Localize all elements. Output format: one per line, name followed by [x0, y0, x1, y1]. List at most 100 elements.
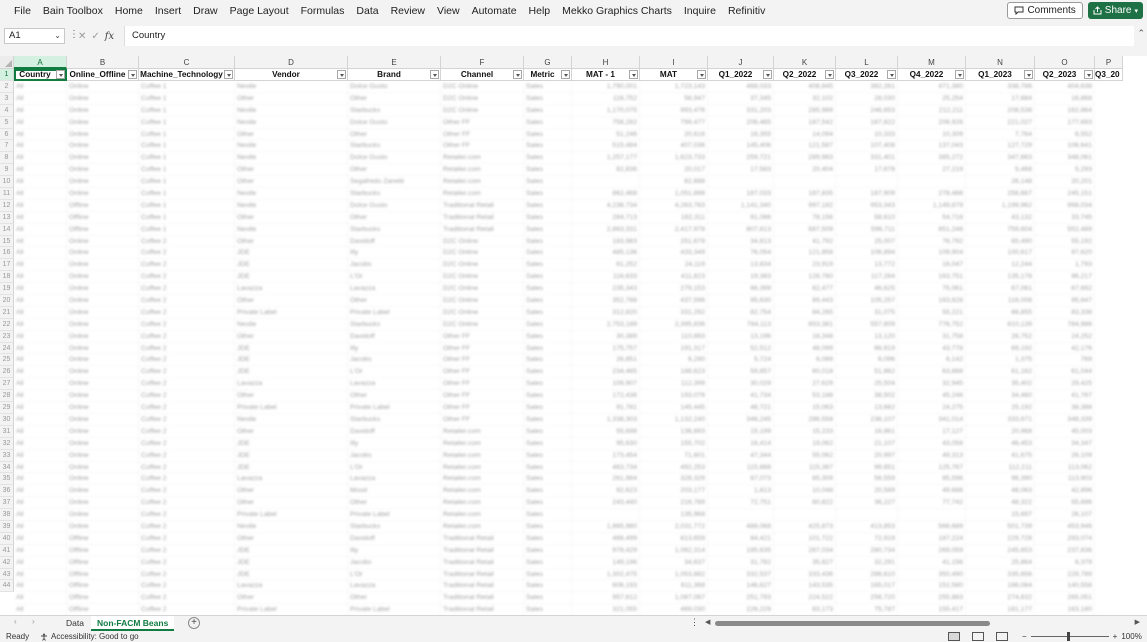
table-cell[interactable]: 48,322 [966, 497, 1035, 510]
table-cell[interactable]: 978,429 [572, 544, 640, 557]
menu-item-bain-toolbox[interactable]: Bain Toolbox [37, 0, 109, 22]
table-header-cell[interactable]: Brand [348, 69, 441, 81]
table-header-cell[interactable]: Q1_2022 [708, 69, 774, 81]
table-cell[interactable]: 37,345 [708, 92, 774, 105]
table-cell[interactable]: All [14, 152, 67, 165]
table-cell[interactable]: Sales [524, 342, 572, 355]
table-cell[interactable]: Coffee 2 [139, 413, 235, 426]
table-cell[interactable]: 95,630 [572, 437, 640, 450]
table-cell[interactable]: 65,490 [966, 235, 1035, 248]
table-cell[interactable]: 173,454 [572, 449, 640, 462]
table-cell[interactable]: Coffee 1 [139, 164, 235, 177]
table-cell[interactable]: Online [67, 104, 139, 117]
table-cell[interactable]: Online [67, 81, 139, 93]
row-header[interactable]: 37 [0, 497, 14, 510]
table-cell[interactable]: 352,788 [572, 295, 640, 307]
table-cell[interactable]: Other FF [441, 330, 524, 343]
table-cell[interactable]: 26,109 [1035, 449, 1095, 462]
table-cell[interactable]: Other [235, 235, 348, 248]
table-header-cell[interactable]: Q3_2022 [836, 69, 898, 81]
table-cell[interactable]: JDE [235, 544, 348, 557]
table-cell[interactable]: 206,465 [708, 116, 774, 129]
table-cell[interactable]: All [14, 580, 67, 593]
filter-dropdown-icon[interactable] [1024, 70, 1033, 79]
table-cell[interactable]: Sales [524, 259, 572, 272]
table-cell[interactable]: All [14, 497, 67, 510]
table-cell[interactable]: Dolce Gusto [348, 152, 441, 165]
column-header-j[interactable]: J [708, 56, 774, 69]
table-cell[interactable]: 1,087,067 [640, 592, 708, 605]
table-cell[interactable]: 27,629 [774, 378, 836, 391]
table-cell[interactable]: All [14, 271, 67, 284]
column-header-b[interactable]: B [67, 56, 139, 69]
table-cell[interactable]: Sales [524, 378, 572, 391]
table-cell[interactable]: Offline [67, 604, 139, 615]
table-cell[interactable]: 1,132,240 [640, 413, 708, 426]
comments-button[interactable]: Comments [1007, 2, 1083, 19]
table-cell[interactable]: Coffee 2 [139, 449, 235, 462]
table-cell[interactable]: Other [348, 164, 441, 177]
table-cell[interactable]: Nestle [235, 318, 348, 331]
row-header[interactable]: 43 [0, 568, 14, 581]
table-cell[interactable]: All [14, 509, 67, 521]
table-cell[interactable]: Sales [524, 544, 572, 557]
table-cell[interactable]: Private Label [235, 402, 348, 414]
row-header[interactable]: 5 [0, 116, 14, 129]
table-cell[interactable]: 20,589 [836, 485, 898, 498]
row-header[interactable]: 17 [0, 259, 14, 272]
table-cell[interactable]: 36,227 [836, 497, 898, 510]
table-cell[interactable]: 23,919 [774, 259, 836, 272]
table-cell[interactable]: Lavazza [348, 283, 441, 296]
filter-dropdown-icon[interactable] [56, 70, 65, 79]
table-cell[interactable]: 408,845 [774, 81, 836, 93]
table-cell[interactable]: 784,113 [708, 318, 774, 331]
row-header[interactable]: 33 [0, 449, 14, 462]
table-cell[interactable]: 115,387 [774, 461, 836, 474]
table-cell[interactable]: Offline [67, 568, 139, 581]
table-cell[interactable]: 163,180 [1035, 604, 1095, 615]
table-cell[interactable]: Private Label [348, 604, 441, 615]
table-cell[interactable]: 433,349 [640, 247, 708, 260]
table-cell[interactable]: All [14, 330, 67, 343]
table-cell[interactable]: 55,221 [898, 306, 966, 319]
name-box[interactable]: A1 ⌄ [4, 28, 65, 44]
table-cell[interactable]: Sales [524, 366, 572, 379]
table-cell[interactable]: Nestle [235, 140, 348, 153]
table-cell[interactable]: 348,339 [1035, 413, 1095, 426]
menu-item-insert[interactable]: Insert [149, 0, 187, 22]
row-header[interactable]: 35 [0, 473, 14, 486]
table-cell[interactable]: D2C Online [441, 235, 524, 248]
table-cell[interactable]: 862,468 [572, 188, 640, 200]
table-cell[interactable]: 137,043 [898, 140, 966, 153]
row-header[interactable]: 7 [0, 140, 14, 153]
zoom-in-icon[interactable]: + [1113, 631, 1118, 642]
table-cell[interactable]: Sales [524, 116, 572, 129]
table-cell[interactable]: 813,659 [640, 532, 708, 545]
table-cell[interactable]: Sales [524, 402, 572, 414]
table-cell[interactable]: 31,075 [836, 306, 898, 319]
table-cell[interactable]: 76,792 [898, 235, 966, 248]
row-header[interactable]: 4 [0, 104, 14, 117]
table-cell[interactable]: 4,238,734 [572, 199, 640, 212]
table-cell[interactable]: 208,538 [966, 104, 1035, 117]
table-cell[interactable]: 13,834 [708, 259, 774, 272]
table-cell[interactable]: Sales [524, 437, 572, 450]
table-cell[interactable]: Illy [348, 342, 441, 355]
table-cell[interactable]: 82,754 [708, 306, 774, 319]
table-cell[interactable]: 25,864 [966, 556, 1035, 569]
table-cell[interactable]: Online [67, 402, 139, 414]
table-cell[interactable]: All [14, 81, 67, 93]
table-cell[interactable]: 34,460 [966, 390, 1035, 403]
table-cell[interactable]: 6,379 [1035, 556, 1095, 569]
table-cell[interactable]: 105,257 [836, 295, 898, 307]
table-cell[interactable]: JDE [235, 437, 348, 450]
table-cell[interactable]: 1,199,962 [966, 199, 1035, 212]
table-cell[interactable]: Starbucks [348, 188, 441, 200]
table-cell[interactable]: Other [235, 497, 348, 510]
table-cell[interactable]: All [14, 532, 67, 545]
column-header-l[interactable]: L [836, 56, 898, 69]
table-cell[interactable]: 34,347 [1035, 437, 1095, 450]
table-cell[interactable]: 17,127 [898, 425, 966, 438]
table-cell[interactable]: 56,947 [640, 92, 708, 105]
accessibility-status[interactable]: Accessibility: Good to go [40, 631, 139, 642]
